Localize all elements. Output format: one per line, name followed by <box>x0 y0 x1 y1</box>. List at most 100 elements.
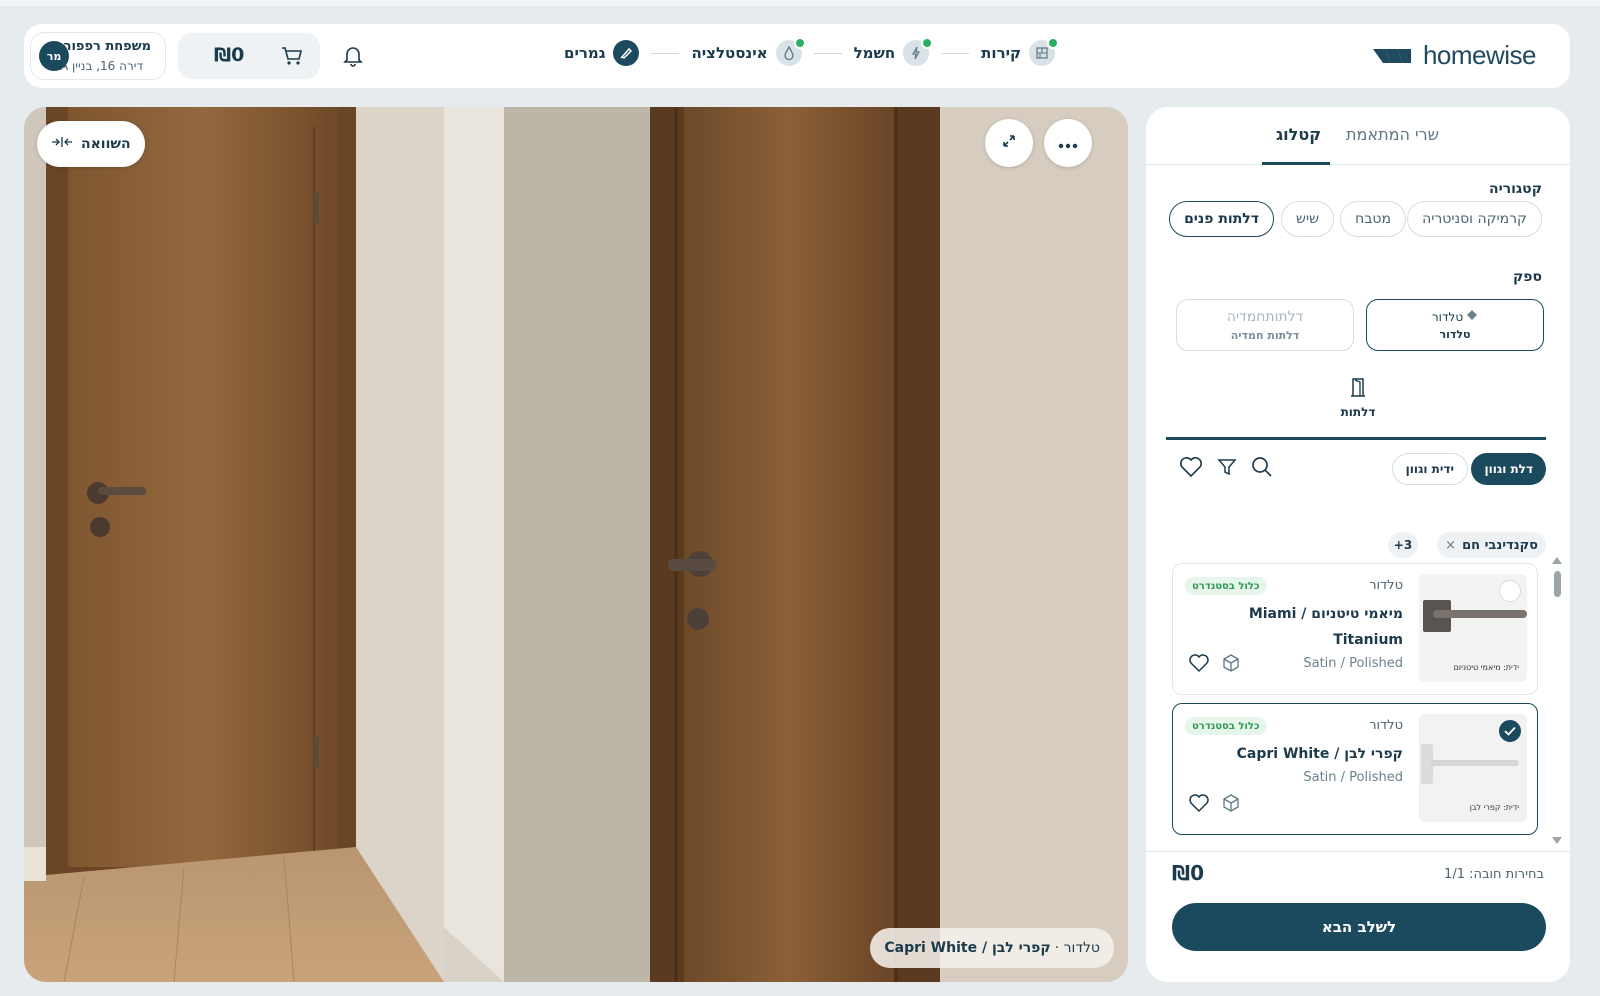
more-dots-icon <box>1058 134 1078 153</box>
caption-product: קפרי לבן / Capri White <box>884 940 1051 956</box>
door-icon <box>1349 377 1367 401</box>
logo-text: homewise <box>1422 40 1537 70</box>
cube-3d-icon[interactable] <box>1221 792 1241 818</box>
list-tools <box>1178 455 1274 483</box>
cart-total: ₪0 <box>214 44 245 66</box>
search-icon[interactable] <box>1250 455 1274 483</box>
next-step-button[interactable]: לשלב הבא <box>1172 903 1546 951</box>
room-preview: השוואה טלדור · קפרי לבן / Capri White <box>24 107 1128 982</box>
user-name: משפחת רפפורט <box>54 39 151 54</box>
fullscreen-button[interactable] <box>985 119 1033 167</box>
heart-icon[interactable] <box>1178 455 1204 483</box>
compare-arrows-icon <box>51 136 73 152</box>
cart-summary[interactable]: ₪0 <box>178 33 320 79</box>
product-finish: Satin / Polished <box>1303 656 1403 671</box>
category-chip-interior-doors[interactable]: דלתות פנים <box>1169 201 1274 237</box>
expand-icon <box>1001 133 1017 153</box>
subcategory-doors[interactable]: דלתות <box>1316 377 1400 419</box>
top-header: homewise גמרים אינסטלציה חשמל קירות ₪0 מ… <box>24 24 1570 88</box>
product-card-capri-white[interactable]: ידית: קפרי לבן טלדור קפרי לבן / Capri Wh… <box>1172 703 1538 835</box>
diamond-icon <box>1466 309 1478 324</box>
step-plumbing[interactable]: אינסטלציה <box>691 37 806 66</box>
cube-3d-icon[interactable] <box>1221 652 1241 678</box>
brush-icon <box>613 40 640 66</box>
avatar: מר <box>39 41 69 71</box>
product-name: מיאמי טיטניום / Miami Titanium <box>1248 606 1403 648</box>
more-filters-count[interactable]: +3 <box>1388 532 1418 558</box>
caption-supplier: טלדור · <box>1054 940 1100 956</box>
product-card-miami-titanium[interactable]: ידית: מיאמי טיטניום טלדור מיאמי טיטניום … <box>1172 563 1538 695</box>
product-supplier: טלדור <box>1369 578 1403 593</box>
step-done-check-icon <box>1047 37 1060 49</box>
footer-divider <box>1146 851 1570 852</box>
step-walls[interactable]: קירות <box>981 37 1060 66</box>
tab-coordinator[interactable]: שרי המתאמת <box>1346 125 1439 144</box>
user-profile[interactable]: משפחת רפפורט דירה 16, בניין A מר <box>30 32 166 80</box>
status-badge: כלול בסטנדרט <box>1185 717 1267 735</box>
step-finishes[interactable]: גמרים <box>564 40 640 66</box>
step-label: גמרים <box>564 44 606 62</box>
step-electric[interactable]: חשמל <box>853 37 934 66</box>
supplier-title: ספק <box>1512 269 1542 285</box>
product-supplier: טלדור <box>1369 718 1403 733</box>
step-label: חשמל <box>853 44 896 62</box>
step-done-check-icon <box>921 37 934 49</box>
user-address: דירה 16, בניין A <box>60 59 143 73</box>
compare-button[interactable]: השוואה <box>37 121 145 167</box>
filter-handle-color[interactable]: ידית וגוון <box>1391 453 1468 485</box>
supplier-card-teldor[interactable]: טלדור טלדור <box>1366 299 1544 351</box>
supplier-subtitle: טלדור <box>1439 328 1471 341</box>
product-image-caption: ידית: מיאמי טיטניום <box>1453 663 1519 672</box>
select-radio-checked[interactable] <box>1499 720 1521 742</box>
bell-icon[interactable] <box>342 44 364 72</box>
product-list: ידית: מיאמי טיטניום טלדור מיאמי טיטניום … <box>1146 563 1570 845</box>
selected-product-caption: טלדור · קפרי לבן / Capri White <box>870 928 1114 968</box>
step-label: אינסטלציה <box>691 44 768 62</box>
category-chip-ceramics[interactable]: קרמיקה וסניטריה <box>1407 201 1542 237</box>
scroll-thumb[interactable] <box>1554 571 1561 597</box>
logo-mark-icon <box>1371 45 1415 67</box>
close-icon[interactable]: × <box>1445 538 1456 553</box>
active-filter-tag[interactable]: סקנדינבי חם × <box>1437 532 1546 558</box>
required-selections: בחירות חובה: 1/1 <box>1444 867 1544 882</box>
select-radio[interactable] <box>1499 580 1521 602</box>
step-separator <box>651 52 680 54</box>
cart-icon <box>280 45 304 71</box>
more-options-button[interactable] <box>1044 119 1092 167</box>
window-top-strip <box>0 0 1600 6</box>
bolt-icon <box>903 37 934 66</box>
scroll-down-icon[interactable] <box>1552 837 1562 844</box>
filter-tag-label: סקנדינבי חם <box>1462 537 1538 553</box>
tab-catalog[interactable]: קטלוג <box>1276 125 1321 144</box>
product-list-scrollbar[interactable] <box>1549 557 1565 847</box>
panel-tabs: שרי המתאמת קטלוג <box>1146 107 1570 165</box>
heart-icon[interactable] <box>1187 792 1211 818</box>
product-finish: Satin / Polished <box>1303 770 1403 785</box>
category-chip-marble[interactable]: שיש <box>1281 201 1334 237</box>
compare-label: השוואה <box>81 136 131 152</box>
supplier-subtitle: דלתות חמדיה <box>1230 328 1300 342</box>
room-render-image <box>24 107 1128 982</box>
category-title: קטגוריה <box>1488 181 1542 197</box>
wall-icon <box>1029 37 1060 66</box>
product-name: קפרי לבן / Capri White <box>1236 746 1403 762</box>
filter-icon[interactable] <box>1216 455 1238 483</box>
scroll-up-icon[interactable] <box>1552 557 1562 564</box>
subcategory-underline <box>1166 437 1546 440</box>
product-image: ידית: מיאמי טיטניום <box>1419 574 1527 682</box>
active-tab-indicator <box>1262 162 1330 165</box>
card-actions <box>1187 792 1241 818</box>
supplier-name: דלתותחמדיה <box>1226 308 1304 325</box>
category-chip-kitchen[interactable]: מטבח <box>1340 201 1406 237</box>
homewise-logo[interactable]: homewise <box>1371 40 1537 71</box>
step-separator <box>941 52 970 54</box>
catalog-panel: שרי המתאמת קטלוג קטגוריה קרמיקה וסניטריה… <box>1146 107 1570 982</box>
step-label: קירות <box>981 44 1022 62</box>
heart-icon[interactable] <box>1187 652 1211 678</box>
product-image: ידית: קפרי לבן <box>1419 714 1527 822</box>
card-actions <box>1187 652 1241 678</box>
supplier-card-hemdia[interactable]: דלתותחמדיה דלתות חמדיה <box>1176 299 1354 351</box>
drop-icon <box>775 37 806 66</box>
filter-door-color[interactable]: דלת וגוון <box>1471 453 1546 485</box>
step-separator <box>813 52 842 54</box>
